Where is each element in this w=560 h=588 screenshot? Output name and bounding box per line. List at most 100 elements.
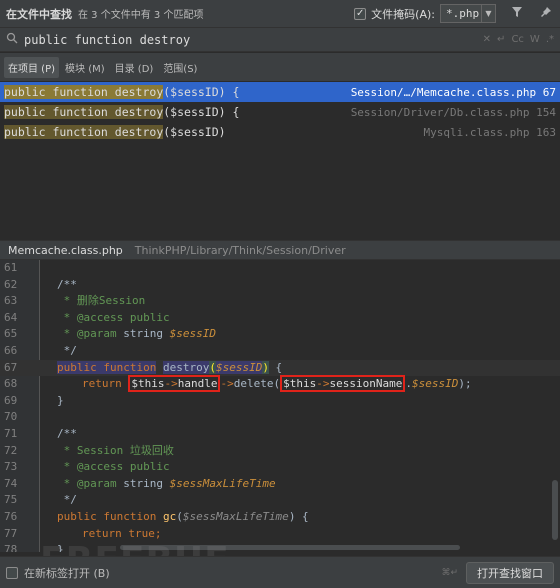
param-var: $sessMaxLifeTime xyxy=(182,510,289,523)
match-rest: ($sessID) { xyxy=(163,105,240,119)
comment-prefix: * xyxy=(57,476,77,490)
doc-type: string xyxy=(116,327,170,341)
keyword: public function xyxy=(57,360,157,374)
file-mask-value: *.php xyxy=(446,7,480,20)
chevron-down-icon[interactable]: ▼ xyxy=(481,5,495,22)
comment-prefix: * xyxy=(57,443,77,457)
dialog-footer: 在新标签打开 (B) ⌘↵ 打开查找窗口 xyxy=(0,556,560,588)
match-text: public function destroy xyxy=(4,125,164,139)
open-new-tab-label[interactable]: 在新标签打开 (B) xyxy=(24,565,110,581)
result-row[interactable]: public function destroy($sessID) { Sessi… xyxy=(0,82,560,102)
match-case-toggle[interactable]: Cc xyxy=(511,34,523,45)
code-line: 62 /** xyxy=(0,277,560,294)
code-line: 76 public function gc($sessMaxLifeTime) { xyxy=(0,509,560,526)
comment-text: public xyxy=(123,460,170,474)
line-number: 64 xyxy=(4,310,18,324)
header-right: ✓ 文件掩码(A): *.php ▼ xyxy=(354,4,554,23)
scope-tabs: 在项目 (P) 模块 (M) 目录 (D) 范围(S) xyxy=(0,53,560,81)
code-line: 69} xyxy=(0,393,560,410)
function-name: destroy xyxy=(162,360,210,374)
result-file: Session/…/Memcache.class.php 67 xyxy=(350,85,556,99)
open-find-window-button[interactable]: 打开查找窗口 xyxy=(466,561,554,584)
funnel-icon[interactable] xyxy=(509,6,525,22)
line-number: 63 xyxy=(4,294,18,308)
annotation-box: $this->sessionName xyxy=(280,375,406,393)
line-number: 74 xyxy=(4,476,18,490)
result-row[interactable]: public function destroy($sessID) Mysqli.… xyxy=(0,122,560,142)
code-line: 65 * @param string $sessID xyxy=(0,326,560,343)
find-in-path-header: 在文件中查找 在 3 个文件中有 3 个匹配项 ✓ 文件掩码(A): *.php… xyxy=(0,0,560,28)
search-row: ✕ ↵ Cc W .* xyxy=(0,28,560,52)
line-number: 75 xyxy=(4,493,18,507)
comment-prefix: * xyxy=(57,460,77,474)
open-new-tab-checkbox[interactable] xyxy=(6,566,18,579)
code-line: 66 */ xyxy=(0,343,560,360)
line-number: 61 xyxy=(4,261,18,274)
comment-prefix: * xyxy=(57,294,77,308)
code-preview[interactable]: 61 62 /** 63 * 删除Session 64 * @access pub… xyxy=(0,260,560,552)
pin-icon[interactable] xyxy=(538,6,554,22)
search-input[interactable] xyxy=(24,32,444,47)
arrow-op: -> xyxy=(220,377,234,391)
dialog-title: 在文件中查找 xyxy=(6,7,72,21)
code-line: 61 xyxy=(0,260,560,277)
line-number: 65 xyxy=(4,327,18,341)
shortcut-hint: ⌘↵ xyxy=(441,567,458,578)
scope-project[interactable]: 在项目 (P) xyxy=(4,56,60,78)
match-text: public function destroy xyxy=(4,105,164,119)
preview-header: Memcache.class.php ThinkPHP/Library/Thin… xyxy=(0,240,560,260)
file-mask-select[interactable]: *.php ▼ xyxy=(440,4,496,23)
search-icon[interactable] xyxy=(6,32,22,47)
code-line-current: 67 public function destroy($sessID) { xyxy=(0,359,560,377)
doc-tag: @param xyxy=(76,327,117,341)
code-line: 63 * 删除Session xyxy=(0,293,560,310)
property: sessionName xyxy=(329,377,403,391)
match-rest: ($sessID) { xyxy=(163,85,240,99)
comment-prefix: * xyxy=(57,310,77,324)
code-text: /** xyxy=(57,427,77,440)
regex-toggle[interactable]: .* xyxy=(546,34,554,45)
code-line: 71 /** xyxy=(0,426,560,443)
doc-tag: @param xyxy=(76,476,117,490)
result-file: Session/Driver/Db.class.php 154 xyxy=(350,105,556,119)
code-text: } xyxy=(57,393,64,407)
scope-directory[interactable]: 目录 (D) xyxy=(111,57,158,78)
code-line: 74 * @param string $sessMaxLifeTime xyxy=(0,476,560,493)
newline-icon[interactable]: ↵ xyxy=(497,34,505,45)
scope-custom[interactable]: 范围(S) xyxy=(159,57,201,78)
line-end: ; xyxy=(154,526,162,540)
concat-op: . xyxy=(405,377,412,391)
match-rest: ($sessID) xyxy=(163,125,226,139)
code-text: */ xyxy=(57,344,77,357)
comment-text: Session 垃圾回收 xyxy=(76,443,174,457)
property: handle xyxy=(177,377,218,391)
doc-tag: @access xyxy=(76,310,124,324)
scope-module[interactable]: 模块 (M) xyxy=(61,57,109,78)
this-var: $this xyxy=(283,377,317,391)
clear-icon[interactable]: ✕ xyxy=(483,34,491,45)
brace: { xyxy=(268,360,283,374)
comment-text: public xyxy=(123,310,170,324)
doc-var: $sessID xyxy=(169,327,216,341)
paren: ( xyxy=(176,510,183,523)
doc-type: string xyxy=(116,476,170,490)
paren: ) xyxy=(262,360,269,374)
code-text: /** xyxy=(57,277,77,291)
line-number: 78 xyxy=(4,543,18,552)
result-file: Mysqli.class.php 163 xyxy=(423,125,556,139)
vertical-scrollbar[interactable] xyxy=(552,480,558,540)
result-row[interactable]: public function destroy($sessID) { Sessi… xyxy=(0,102,560,122)
keyword: return true xyxy=(82,526,155,540)
line-number: 71 xyxy=(4,427,18,440)
file-mask-checkbox[interactable]: ✓ xyxy=(354,7,367,20)
method: delete xyxy=(233,377,274,391)
match-stats: 在 3 个文件中有 3 个匹配项 xyxy=(78,10,204,21)
arrow-op: -> xyxy=(164,377,178,391)
keyword: public function xyxy=(57,510,157,523)
annotation-box: $this->handle xyxy=(128,375,221,393)
comment-prefix: * xyxy=(57,327,77,341)
line-number: 68 xyxy=(4,377,18,391)
param-var: $sessID xyxy=(411,377,459,391)
line-number: 73 xyxy=(4,460,18,474)
whole-word-toggle[interactable]: W xyxy=(530,34,540,45)
